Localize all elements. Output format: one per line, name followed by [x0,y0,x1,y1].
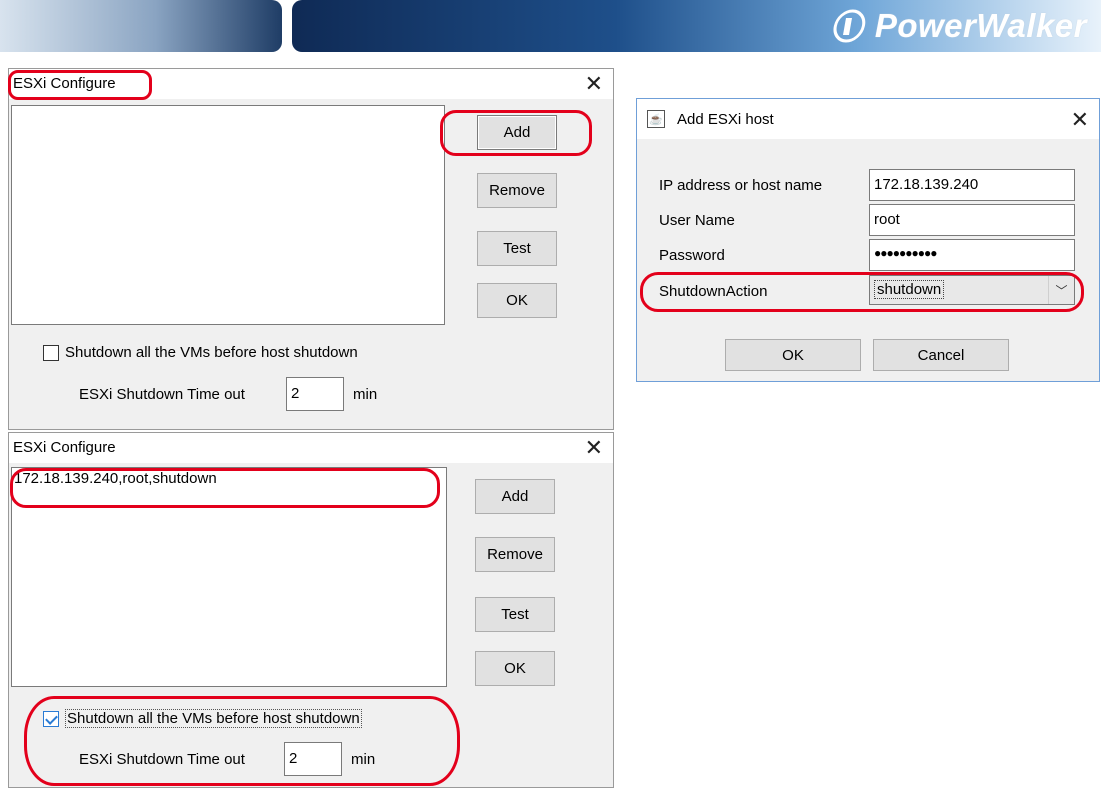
ip-address-input[interactable]: 172.18.139.240 [869,169,1075,201]
add-button-label: Add [501,488,529,505]
test-button-label: Test [503,240,531,257]
user-name-input[interactable]: root [869,204,1075,236]
timeout-unit: min [351,751,376,768]
close-icon[interactable]: ✕ [1071,107,1089,133]
password-input[interactable]: ●●●●●●●●●● [869,239,1075,271]
shutdown-vms-checkbox-row[interactable]: Shutdown all the VMs before host shutdow… [43,344,358,361]
timeout-input[interactable]: 2 [284,742,342,776]
shutdown-vms-checkbox-row[interactable]: Shutdown all the VMs before host shutdow… [43,709,362,728]
shutdown-action-value: shutdown [874,280,945,299]
timeout-label: ESXi Shutdown Time out [79,751,245,768]
timeout-unit: min [353,386,378,403]
dialog-titlebar: ESXi Configure ✕ [9,433,613,463]
ok-button-label: OK [506,292,528,309]
ok-button[interactable]: OK [725,339,861,371]
banner-stripe-left [0,0,282,52]
shutdown-vms-label: Shutdown all the VMs before host shutdow… [65,344,358,361]
brand-logo: PowerWalker [833,7,1087,44]
list-item[interactable]: 172.18.139.240,root,shutdown [14,470,217,487]
ip-address-label: IP address or host name [659,177,823,194]
shutdown-vms-checkbox[interactable] [43,344,59,361]
chevron-down-icon[interactable]: ﹀ [1048,276,1074,304]
ok-button-label: OK [782,346,804,364]
dialog-titlebar: ☕ Add ESXi host ✕ [637,99,1099,139]
close-icon[interactable]: ✕ [585,435,603,461]
shutdown-vms-label: Shutdown all the VMs before host shutdow… [65,709,362,728]
shutdown-action-select[interactable]: shutdown ﹀ [869,275,1075,305]
timeout-label: ESXi Shutdown Time out [79,386,245,403]
add-button[interactable]: Add [475,479,555,514]
add-button[interactable]: Add [477,115,557,150]
powerwalker-logo-icon [833,9,866,43]
esxi-configure-dialog-bottom: ESXi Configure ✕ 172.18.139.240,root,shu… [8,432,614,788]
dialog-title: Add ESXi host [677,111,774,128]
timeout-input[interactable]: 2 [286,377,344,411]
remove-button[interactable]: Remove [477,173,557,208]
remove-button-label: Remove [487,546,543,563]
java-app-icon: ☕ [647,110,665,128]
esxi-host-list[interactable]: 172.18.139.240,root,shutdown [11,467,447,687]
remove-button[interactable]: Remove [475,537,555,572]
user-name-label: User Name [659,212,735,229]
ok-button[interactable]: OK [475,651,555,686]
ok-button-label: OK [504,660,526,677]
ok-button[interactable]: OK [477,283,557,318]
shutdown-vms-checkbox[interactable] [43,710,59,727]
dialog-title: ESXi Configure [13,439,116,456]
remove-button-label: Remove [489,182,545,199]
cancel-button[interactable]: Cancel [873,339,1009,371]
password-label: Password [659,247,725,264]
esxi-host-list[interactable] [11,105,445,325]
cancel-button-label: Cancel [917,346,965,364]
test-button[interactable]: Test [477,231,557,266]
test-button[interactable]: Test [475,597,555,632]
add-esxi-host-dialog: ☕ Add ESXi host ✕ IP address or host nam… [636,98,1100,382]
esxi-configure-dialog-top: ESXi Configure ✕ Add Remove Test OK Shut… [8,68,614,430]
dialog-title: ESXi Configure [13,75,116,92]
brand-banner: PowerWalker [0,0,1101,60]
dialog-titlebar: ESXi Configure ✕ [9,69,613,99]
test-button-label: Test [501,606,529,623]
shutdown-action-label: ShutdownAction [659,283,768,300]
add-button-label: Add [503,124,531,141]
brand-name: PowerWalker [874,7,1087,44]
close-icon[interactable]: ✕ [585,71,603,97]
